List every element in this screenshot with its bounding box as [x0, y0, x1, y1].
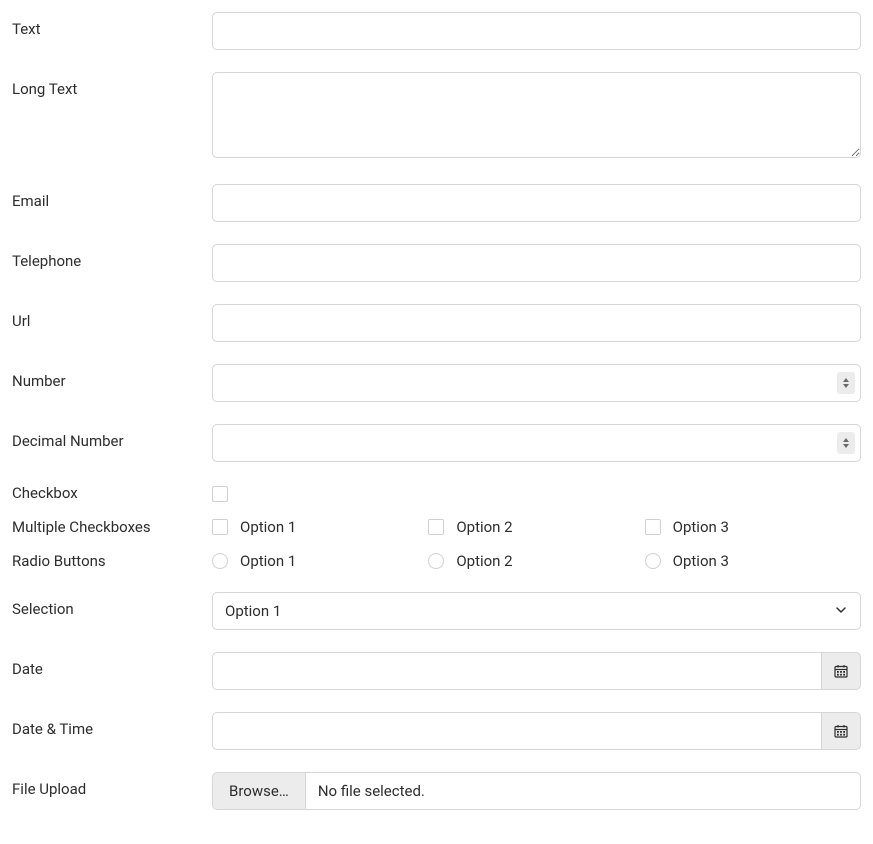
label-url: Url: [12, 304, 212, 330]
multi-checkbox-option-3[interactable]: Option 3: [645, 518, 861, 536]
selection-dropdown[interactable]: Option 1: [212, 592, 861, 630]
option-label: Option 2: [456, 552, 512, 570]
url-input[interactable]: [212, 304, 861, 342]
number-input[interactable]: [212, 364, 861, 402]
label-datetime: Date & Time: [12, 712, 212, 738]
date-picker-button[interactable]: [821, 652, 861, 690]
row-decimal: Decimal Number: [12, 424, 861, 462]
long-text-input[interactable]: [212, 72, 861, 158]
number-stepper[interactable]: [837, 372, 855, 394]
date-input[interactable]: [212, 652, 821, 690]
datetime-picker-button[interactable]: [821, 712, 861, 750]
label-selection: Selection: [12, 592, 212, 618]
decimal-input[interactable]: [212, 424, 861, 462]
label-text: Text: [12, 12, 212, 38]
label-decimal: Decimal Number: [12, 424, 212, 450]
chevron-up-icon: [843, 378, 849, 382]
row-datetime: Date & Time: [12, 712, 861, 750]
text-input[interactable]: [212, 12, 861, 50]
label-long-text: Long Text: [12, 72, 212, 98]
radio-icon: [428, 553, 444, 569]
label-date: Date: [12, 652, 212, 678]
radio-option-2[interactable]: Option 2: [428, 552, 644, 570]
option-label: Option 2: [456, 518, 512, 536]
telephone-input[interactable]: [212, 244, 861, 282]
row-long-text: Long Text: [12, 72, 861, 162]
label-telephone: Telephone: [12, 244, 212, 270]
option-label: Option 1: [240, 552, 296, 570]
label-radio: Radio Buttons: [12, 552, 212, 570]
row-date: Date: [12, 652, 861, 690]
label-checkbox: Checkbox: [12, 484, 212, 502]
file-status-text: No file selected.: [306, 773, 860, 809]
checkbox-input[interactable]: [212, 486, 228, 502]
row-radio: Radio Buttons Option 1 Option 2 Option 3: [12, 552, 861, 570]
decimal-stepper[interactable]: [837, 432, 855, 454]
datetime-input[interactable]: [212, 712, 821, 750]
row-url: Url: [12, 304, 861, 342]
row-telephone: Telephone: [12, 244, 861, 282]
chevron-down-icon: [843, 444, 849, 448]
chevron-up-icon: [843, 438, 849, 442]
label-number: Number: [12, 364, 212, 390]
option-label: Option 3: [673, 518, 729, 536]
row-file-upload: File Upload Browse… No file selected.: [12, 772, 861, 810]
file-input[interactable]: Browse… No file selected.: [212, 772, 861, 810]
radio-option-3[interactable]: Option 3: [645, 552, 861, 570]
checkbox-icon: [428, 519, 444, 535]
calendar-icon: [834, 664, 848, 678]
radio-icon: [645, 553, 661, 569]
radio-icon: [212, 553, 228, 569]
multi-checkbox-option-1[interactable]: Option 1: [212, 518, 428, 536]
row-text: Text: [12, 12, 861, 50]
row-selection: Selection Option 1: [12, 592, 861, 630]
label-file-upload: File Upload: [12, 772, 212, 798]
option-label: Option 3: [673, 552, 729, 570]
multi-checkbox-option-2[interactable]: Option 2: [428, 518, 644, 536]
calendar-icon: [834, 724, 848, 738]
browse-button[interactable]: Browse…: [213, 773, 306, 809]
label-multi-checkbox: Multiple Checkboxes: [12, 518, 212, 536]
row-number: Number: [12, 364, 861, 402]
row-multi-checkbox: Multiple Checkboxes Option 1 Option 2 Op…: [12, 518, 861, 536]
chevron-down-icon: [843, 384, 849, 388]
row-email: Email: [12, 184, 861, 222]
email-input[interactable]: [212, 184, 861, 222]
checkbox-icon: [645, 519, 661, 535]
option-label: Option 1: [240, 518, 296, 536]
radio-option-1[interactable]: Option 1: [212, 552, 428, 570]
selection-value: Option 1: [225, 602, 281, 620]
row-checkbox: Checkbox: [12, 484, 861, 502]
label-email: Email: [12, 184, 212, 210]
checkbox-icon: [212, 519, 228, 535]
